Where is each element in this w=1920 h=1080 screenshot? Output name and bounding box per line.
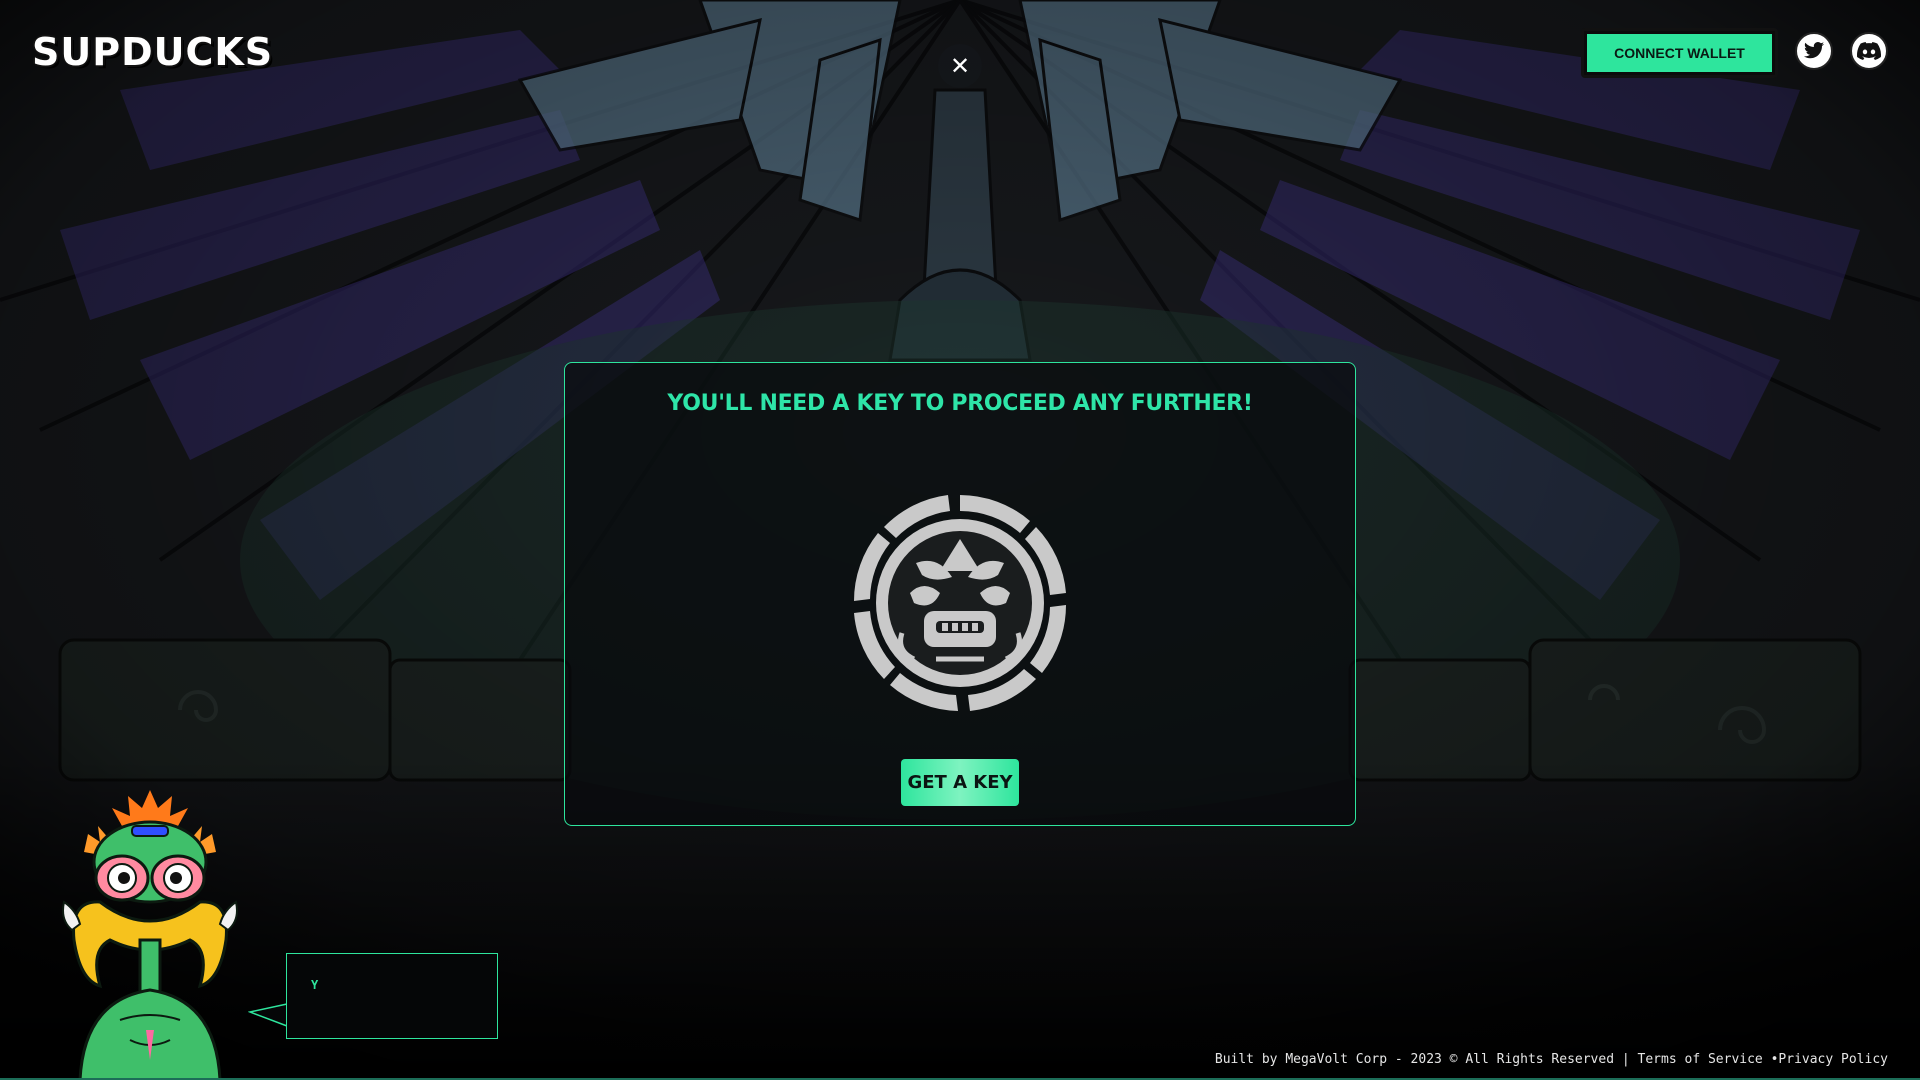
terms-of-service-link[interactable]: Terms of Service <box>1638 1052 1763 1067</box>
key-emblem-icon <box>853 495 1067 711</box>
get-a-key-button[interactable]: GET A KEY <box>901 759 1019 806</box>
discord-icon <box>1857 42 1881 60</box>
discord-link[interactable] <box>1850 32 1888 70</box>
modal-title: YOU'LL NEED A KEY TO PROCEED ANY FURTHER… <box>667 391 1253 416</box>
close-button[interactable]: ✕ <box>938 44 982 88</box>
close-icon: ✕ <box>949 52 971 80</box>
speech-bubble-text: Y <box>311 978 319 992</box>
twitter-link[interactable] <box>1795 32 1833 70</box>
footer-credit: Built by MegaVolt Corp - 2023 © All Righ… <box>1214 1052 1630 1067</box>
twitter-icon <box>1803 42 1825 59</box>
key-required-modal: YOU'LL NEED A KEY TO PROCEED ANY FURTHER… <box>564 362 1356 826</box>
privacy-policy-link[interactable]: •Privacy Policy <box>1771 1052 1888 1067</box>
connect-wallet-button[interactable]: CONNECT WALLET <box>1587 34 1772 72</box>
speech-bubble-tail <box>248 1003 288 1027</box>
duck-character-avatar <box>62 790 238 1080</box>
site-footer: Built by MegaVolt Corp - 2023 © All Righ… <box>1215 1052 1888 1067</box>
speech-bubble: Y <box>286 953 498 1039</box>
connect-wallet-frame: CONNECT WALLET <box>1581 28 1778 78</box>
site-logo[interactable]: SUPDUCKS <box>32 30 273 74</box>
